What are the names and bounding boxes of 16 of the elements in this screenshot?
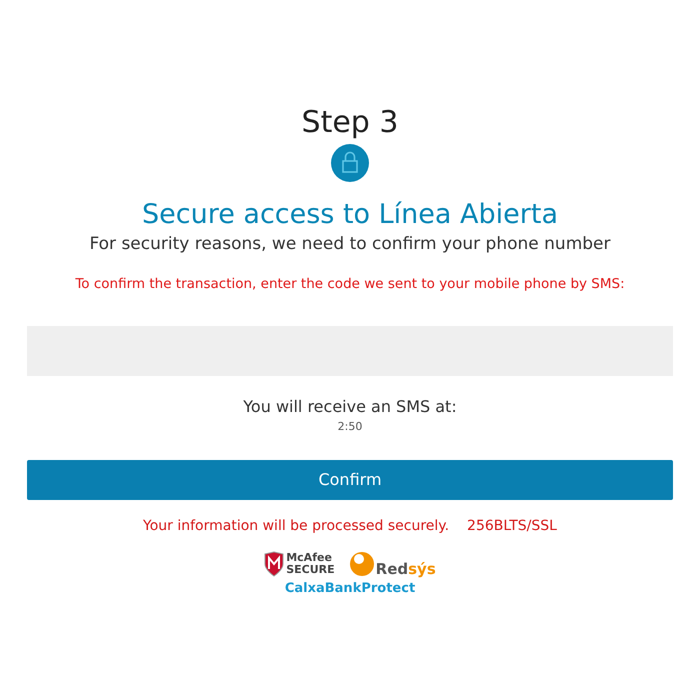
logo-icon (348, 550, 375, 577)
logo-text: CalxaBankProtect (284, 580, 416, 598)
page-title: Secure access to Línea Abierta (142, 198, 558, 232)
instruction-text: To confirm the transaction, enter the code we sent to your mobile phone by SMS: (75, 275, 625, 294)
security-note: Your information will be processed securely. (143, 516, 450, 536)
logo-text: SECURE (286, 564, 335, 576)
logo-text: Redsýs (376, 560, 436, 577)
confirm-button[interactable]: Confirm (27, 460, 673, 500)
timer: 2:50 (338, 419, 362, 436)
encryption-label: 256BLTS/SSL (467, 516, 557, 536)
subtitle: For security reasons, we need to confirm your phone number (89, 233, 611, 256)
receive-label: You will receive an SMS at: (243, 396, 457, 418)
shield-icon (264, 550, 284, 577)
step-heading: Step 3 (302, 104, 398, 142)
logo-text: McAfee (286, 552, 333, 564)
lock-icon (331, 144, 369, 182)
